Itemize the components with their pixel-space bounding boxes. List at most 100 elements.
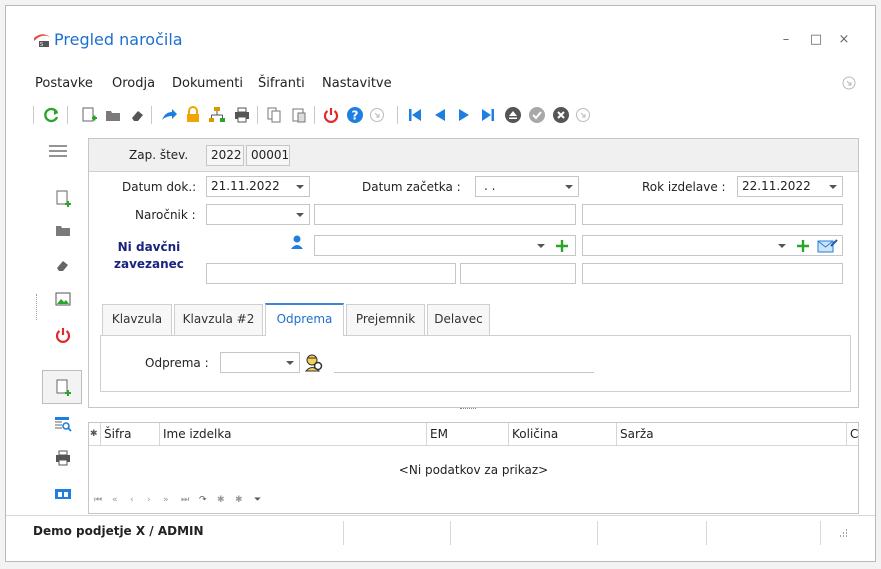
columns-layout-icon[interactable] xyxy=(52,483,74,505)
app-logo-icon: S xyxy=(34,34,50,48)
odprema-combo[interactable] xyxy=(220,352,300,373)
forward-arrow-icon[interactable] xyxy=(160,106,178,124)
datum-zacetka-value: . . xyxy=(484,179,496,193)
menu-nastavitve[interactable]: Nastavitve xyxy=(322,76,392,91)
menu-postavke[interactable]: Postavke xyxy=(35,76,93,91)
next-record-icon[interactable] xyxy=(455,106,473,124)
eject-icon[interactable] xyxy=(504,106,522,124)
postal-field[interactable] xyxy=(460,263,576,284)
add-icon[interactable] xyxy=(555,239,569,253)
toolbar-separator xyxy=(314,106,315,124)
tab-content-odprema xyxy=(100,335,851,392)
tab-prejemnik[interactable]: Prejemnik xyxy=(346,304,425,335)
svg-text:?: ? xyxy=(352,109,359,123)
statusbar-separator xyxy=(706,521,707,545)
delivery-person-icon[interactable] xyxy=(302,351,324,373)
tab-klavzula[interactable]: Klavzula xyxy=(102,304,172,335)
lock-icon[interactable] xyxy=(184,106,202,124)
printer-icon[interactable] xyxy=(233,106,251,124)
nav-prev-button[interactable]: ‹ xyxy=(130,495,134,505)
refresh-icon[interactable] xyxy=(43,106,61,124)
tree-structure-icon[interactable] xyxy=(208,106,226,124)
nav-next-button[interactable]: › xyxy=(147,495,151,505)
add-row-button[interactable] xyxy=(42,370,82,404)
collapse-ribbon-icon[interactable] xyxy=(842,76,856,90)
narocnik-combo[interactable] xyxy=(206,204,310,225)
column-header-em[interactable]: EM xyxy=(427,423,509,446)
column-header-kolicina[interactable]: Količina xyxy=(509,423,617,446)
expand-arrow-icon[interactable] xyxy=(574,106,592,124)
narocnik-extra-field[interactable] xyxy=(582,204,843,225)
contact-person-icon[interactable] xyxy=(289,234,305,250)
nav-append-button[interactable]: ✱ xyxy=(217,495,225,505)
maximize-button[interactable]: □ xyxy=(808,32,824,48)
davcni-status-line1: Ni davčni xyxy=(117,240,181,254)
davcni-status-line2: zavezanec xyxy=(114,257,184,271)
splitter-grip[interactable] xyxy=(460,408,476,410)
address-combo[interactable] xyxy=(582,235,843,256)
image-icon[interactable] xyxy=(52,288,74,310)
statusbar-separator xyxy=(820,521,821,545)
minimize-button[interactable]: – xyxy=(778,32,794,48)
last-record-icon[interactable] xyxy=(479,106,497,124)
nav-prev-page-button[interactable]: « xyxy=(112,495,118,505)
odprema-label: Odprema : xyxy=(145,356,209,370)
help-icon[interactable]: ? xyxy=(346,106,364,124)
nav-first-button[interactable]: ⏮ xyxy=(94,495,102,505)
svg-text:S: S xyxy=(40,42,43,48)
city-field[interactable] xyxy=(582,263,843,284)
datum-dok-label: Datum dok.: xyxy=(122,180,197,194)
splitter-grip[interactable] xyxy=(36,294,37,320)
eraser-icon[interactable] xyxy=(128,106,146,124)
datum-dok-field[interactable]: 21.11.2022 xyxy=(206,176,310,197)
menu-orodja[interactable]: Orodja xyxy=(112,76,155,91)
nav-next-page-button[interactable]: » xyxy=(163,495,169,505)
column-header-c[interactable]: C xyxy=(847,423,858,446)
narocnik-name-field[interactable] xyxy=(314,204,576,225)
address-field[interactable] xyxy=(206,263,456,284)
new-document-icon[interactable] xyxy=(52,188,74,210)
table-search-icon[interactable] xyxy=(52,413,74,435)
tab-odprema[interactable]: Odprema xyxy=(265,303,344,335)
nav-filter-button[interactable]: ⏷ xyxy=(254,495,261,505)
first-record-icon[interactable] xyxy=(406,106,424,124)
toolbar-separator xyxy=(151,106,152,124)
close-button[interactable]: × xyxy=(836,32,852,48)
cancel-x-icon[interactable] xyxy=(552,106,570,124)
nav-last-button[interactable]: ⏭ xyxy=(181,495,189,505)
zap-stev-label: Zap. štev. xyxy=(129,148,189,162)
column-header-sarza[interactable]: Sarža xyxy=(617,423,847,446)
power-icon[interactable] xyxy=(52,324,74,346)
envelope-edit-icon[interactable] xyxy=(817,238,839,254)
datum-zacetka-field[interactable]: . . xyxy=(475,176,579,197)
nav-insert-button[interactable]: ✱ xyxy=(235,495,243,505)
resize-grip-icon[interactable] xyxy=(836,528,848,540)
statusbar-separator xyxy=(597,521,598,545)
column-header-sifra[interactable]: Šifra xyxy=(101,423,160,446)
rok-izdelave-field[interactable]: 22.11.2022 xyxy=(737,176,843,197)
previous-record-icon[interactable] xyxy=(431,106,449,124)
open-folder-icon[interactable] xyxy=(104,106,122,124)
expand-arrow-icon[interactable] xyxy=(368,106,386,124)
column-header-ime-izdelka[interactable]: Ime izdelka xyxy=(160,423,427,446)
statusbar-separator xyxy=(343,521,344,545)
new-document-icon[interactable] xyxy=(80,106,98,124)
chevron-down-icon xyxy=(778,244,786,248)
copy-document-icon[interactable] xyxy=(265,106,283,124)
confirm-check-icon[interactable] xyxy=(528,106,546,124)
menu-dokumenti[interactable]: Dokumenti xyxy=(172,76,243,91)
add-icon[interactable] xyxy=(796,239,810,253)
open-folder-icon[interactable] xyxy=(52,219,74,241)
tab-delavec[interactable]: Delavec xyxy=(427,304,490,335)
eraser-icon[interactable] xyxy=(52,254,74,276)
toolbar-separator xyxy=(257,106,258,124)
printer-icon[interactable] xyxy=(52,448,74,470)
contact-combo[interactable] xyxy=(314,235,576,256)
tab-klavzula-2[interactable]: Klavzula #2 xyxy=(174,304,263,335)
power-icon[interactable] xyxy=(322,106,340,124)
menu-sifranti[interactable]: Šifranti xyxy=(258,76,305,91)
odprema-description-field[interactable] xyxy=(334,372,594,373)
nav-refresh-button[interactable]: ↷ xyxy=(199,495,207,505)
paste-document-icon[interactable] xyxy=(290,106,308,124)
hamburger-menu-icon[interactable] xyxy=(47,143,69,159)
